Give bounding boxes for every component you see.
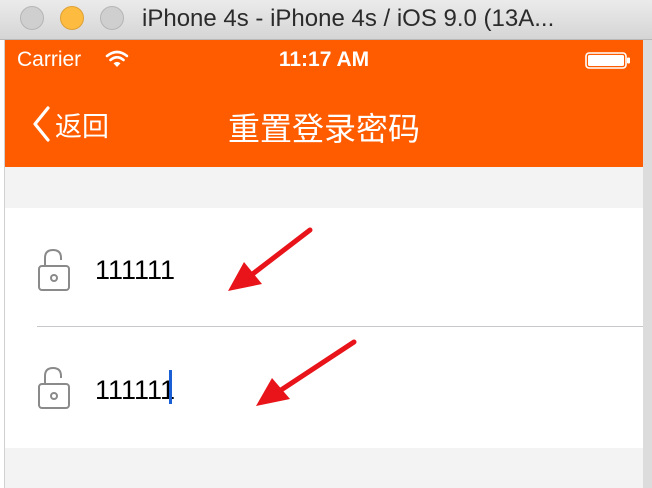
field-separator <box>37 326 643 327</box>
window-title-bar: iPhone 4s - iPhone 4s / iOS 9.0 (13A... <box>0 0 652 40</box>
unlock-icon <box>38 366 70 409</box>
page-title: 重置登录密码 <box>227 111 420 147</box>
window-zoom-button[interactable] <box>100 6 124 30</box>
window-minimize-button[interactable] <box>60 6 84 30</box>
status-bar: Carrier 11:17 AM <box>5 40 643 82</box>
simulator-bezel <box>643 40 652 488</box>
text-caret <box>169 370 172 404</box>
status-time: 11:17 AM <box>278 48 370 71</box>
confirm-password-row <box>5 328 643 446</box>
navigation-bar: Carrier 11:17 AM 返回 重置登录密码 <box>5 40 643 167</box>
simulator-screen: Carrier 11:17 AM 返回 重置登录密码 <box>5 40 643 488</box>
window-close-button[interactable] <box>20 6 44 30</box>
new-password-field[interactable] <box>95 252 615 288</box>
new-password-row <box>5 208 643 326</box>
confirm-password-field[interactable] <box>95 372 615 408</box>
password-form <box>5 208 643 448</box>
unlock-icon <box>38 248 70 291</box>
battery-icon <box>585 52 630 69</box>
window-title: iPhone 4s - iPhone 4s / iOS 9.0 (13A... <box>142 5 555 32</box>
